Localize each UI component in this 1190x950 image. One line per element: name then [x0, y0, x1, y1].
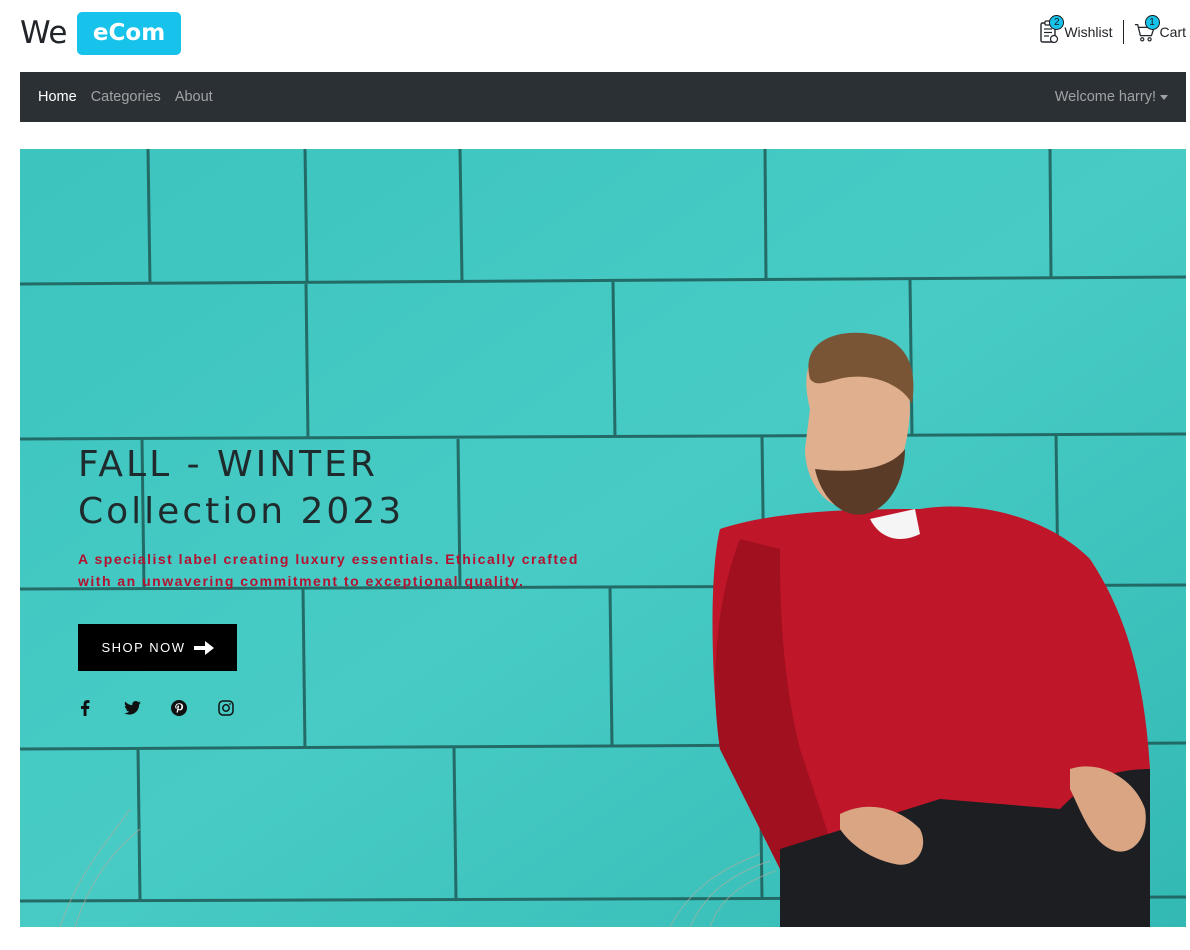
instagram-icon[interactable]: [216, 698, 236, 718]
brand-ecom-badge: eCom: [76, 11, 182, 55]
wishlist-count-badge: 2: [1049, 15, 1065, 30]
cart-label: Cart: [1159, 24, 1186, 40]
hero-title-line2: Collection 2023: [78, 491, 405, 532]
hero-subtitle: A specialist label creating luxury essen…: [78, 551, 579, 589]
main-navbar: Home Categories About Welcome harry!: [20, 72, 1186, 122]
wishlist-link[interactable]: 2 Wishlist: [1038, 15, 1113, 45]
shop-now-label: SHOP NOW: [101, 640, 186, 655]
nav-item-home[interactable]: Home: [38, 89, 77, 105]
facebook-icon[interactable]: [75, 698, 95, 718]
header-divider: [1122, 20, 1124, 44]
brand-we-text: We: [20, 15, 67, 51]
brand-logo[interactable]: We eCom: [20, 11, 182, 55]
arrow-right-icon: [193, 640, 214, 655]
pinterest-icon[interactable]: [169, 698, 189, 718]
wishlist-icon: 2: [1038, 15, 1065, 45]
hero-banner: FALL - WINTER Collection 2023 A speciali…: [20, 149, 1186, 927]
shop-now-button[interactable]: SHOP NOW: [78, 624, 237, 671]
hero-title-line1: FALL - WINTER: [78, 444, 378, 485]
hero-background-image: [20, 149, 1186, 927]
cart-link[interactable]: 1 Cart: [1134, 15, 1186, 45]
user-menu-dropdown[interactable]: Welcome harry!: [1055, 89, 1168, 105]
nav-item-categories[interactable]: Categories: [91, 89, 161, 105]
social-links: [75, 698, 263, 718]
nav-item-about[interactable]: About: [175, 89, 213, 105]
hero-title: FALL - WINTER Collection 2023: [78, 441, 404, 535]
twitter-icon[interactable]: [122, 698, 142, 718]
cart-icon: 1: [1134, 15, 1160, 45]
site-header: We eCom 2 Wishlist 1 Cart: [0, 0, 1190, 72]
caret-down-icon: [1160, 94, 1168, 100]
wishlist-label: Wishlist: [1064, 24, 1113, 40]
user-menu-label: Welcome harry!: [1054, 89, 1156, 105]
cart-count-badge: 1: [1144, 15, 1160, 30]
header-links: 2 Wishlist 1 Cart: [1038, 12, 1186, 52]
